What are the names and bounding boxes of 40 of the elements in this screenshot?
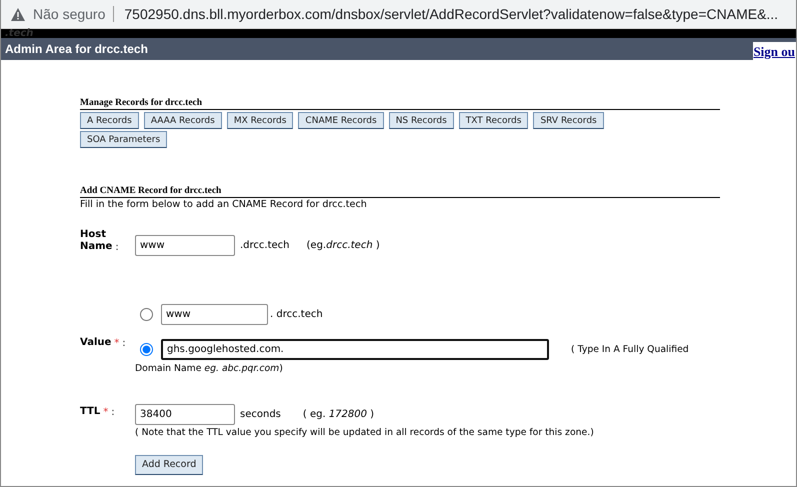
type-hint-continued: Domain Name eg. abc.pqr.com) — [135, 363, 284, 374]
ttl-label: TTL — [80, 406, 100, 418]
warning-icon — [11, 8, 25, 20]
add-record-button[interactable]: Add Record — [135, 455, 204, 475]
radio-button[interactable] — [140, 343, 153, 356]
site-logo: .tech — [5, 29, 34, 38]
example-hint: ( eg. 172800 ) — [302, 409, 374, 420]
domain-name-field[interactable]: ghs.googlehosted.com. — [161, 339, 549, 360]
page-title: Admin Area for drcc.tech — [5, 42, 148, 56]
host-name-label: Host Name — [80, 229, 112, 253]
security-label: Não seguro — [33, 6, 106, 22]
label-colon: : — [115, 242, 119, 253]
form-description: Fill in the form below to add an CNAME Record for drcc.tech — [80, 199, 368, 211]
required-mark: * — [103, 406, 108, 418]
example-hint: (eg.drcc.tech ) — [306, 240, 380, 251]
required-mark: * — [114, 338, 120, 348]
ttl-note: ( Note that the TTL value you specify will be updated in all records of the same type for this zone.) — [135, 427, 594, 438]
record-type-button[interactable]: TXT Records — [458, 112, 528, 129]
domain-suffix: .drcc.tech — [240, 240, 290, 251]
ttl-field[interactable]: 38400 — [135, 404, 235, 425]
address-url[interactable]: 7502950.dns.bll.myorderbox.com/dnsbox/servlet/AddRecordServlet?validatenow=false&type=CNAME&... — [113, 6, 778, 22]
record-type-button[interactable]: NS Records — [388, 112, 454, 129]
record-type-button[interactable]: SOA Parameters — [80, 131, 168, 148]
section-heading: Add CNAME Record for drcc.tech — [80, 186, 720, 198]
radio-button[interactable] — [140, 308, 153, 321]
host-name-field[interactable]: www — [135, 235, 235, 256]
record-type-button[interactable]: CNAME Records — [298, 112, 384, 129]
label-colon: : — [122, 338, 126, 348]
record-type-button[interactable]: A Records — [80, 112, 139, 129]
value-label: Value — [80, 337, 112, 349]
record-type-button[interactable]: AAAA Records — [144, 112, 222, 129]
domain-suffix: . drcc.tech — [270, 309, 323, 320]
label-colon: : — [111, 406, 115, 418]
sign-out-link[interactable]: Sign ou — [753, 42, 796, 60]
section-heading: Manage Records for drcc.tech — [80, 98, 720, 110]
subdomain-field[interactable]: www — [161, 304, 268, 325]
unit-label: seconds — [240, 409, 281, 420]
type-hint: ( Type In A Fully Qualified — [571, 344, 689, 355]
record-type-button[interactable]: SRV Records — [533, 112, 604, 129]
record-type-button[interactable]: MX Records — [226, 112, 294, 129]
